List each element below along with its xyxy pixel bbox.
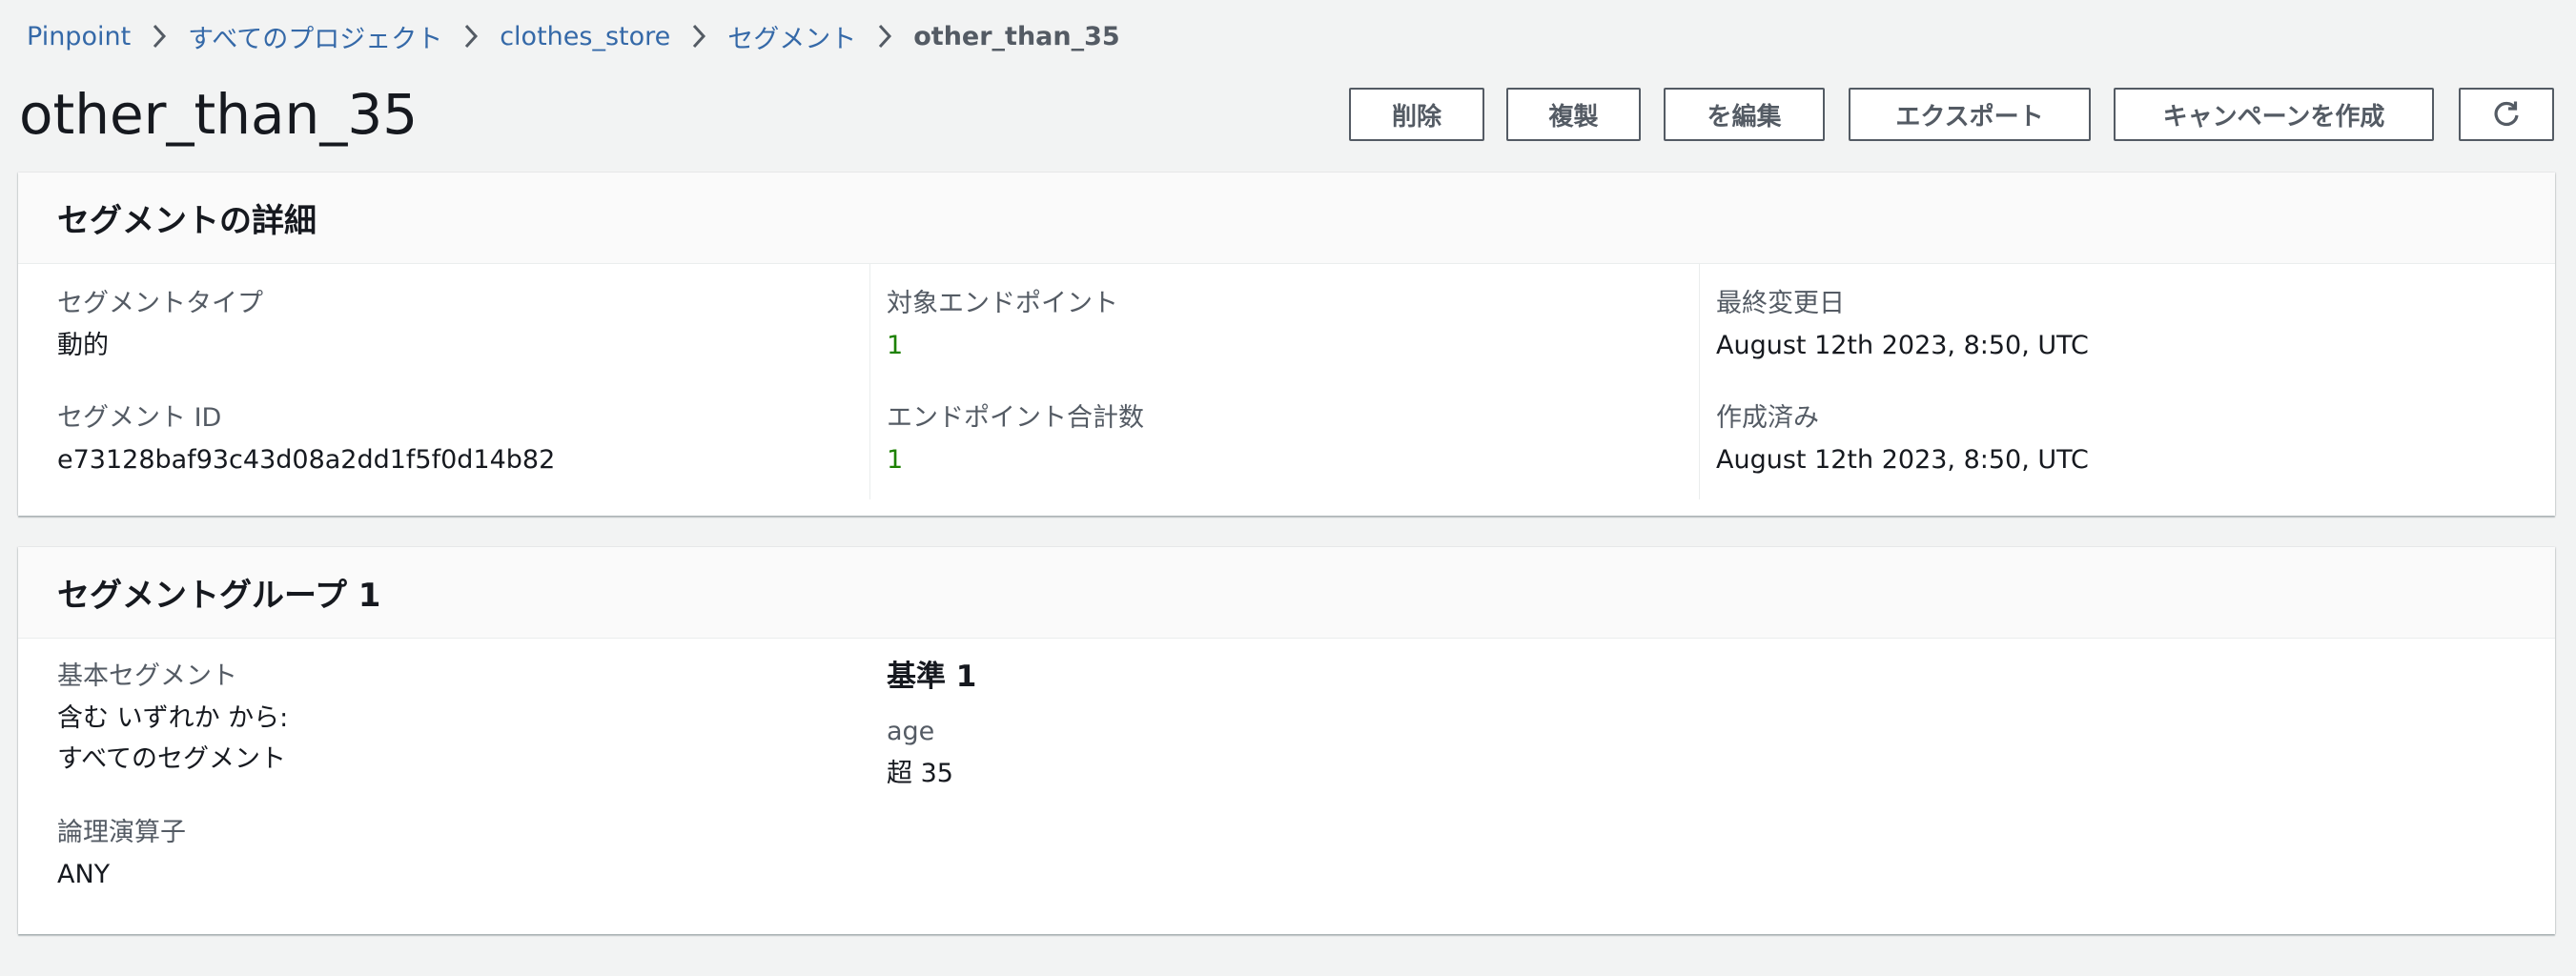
target-endpoints-label: 対象エンドポイント xyxy=(887,289,1118,318)
created-label: 作成済み xyxy=(1716,403,1819,433)
created-value: August 12th 2023, 8:50, UTC xyxy=(1716,445,2089,475)
last-modified-value: August 12th 2023, 8:50, UTC xyxy=(1716,331,2089,360)
segment-group-panel: セグメントグループ 1 基本セグメント 含む いずれか から: すべてのセグメン… xyxy=(18,547,2555,934)
logical-operator-value: ANY xyxy=(57,860,111,889)
segment-id-value: e73128baf93c43d08a2dd1f5f0d14b82 xyxy=(57,445,556,475)
segment-type-value: 動的 xyxy=(57,331,109,360)
base-segment-include-text: 含む いずれか から: xyxy=(57,703,289,733)
column-divider xyxy=(1699,264,1700,499)
logical-operator-label: 論理演算子 xyxy=(57,818,186,847)
last-modified-label: 最終変更日 xyxy=(1716,289,1845,318)
target-endpoints-value: 1 xyxy=(887,331,904,360)
chevron-right-icon xyxy=(670,23,727,50)
create-campaign-button[interactable]: キャンペーンを作成 xyxy=(2114,88,2434,141)
refresh-button[interactable] xyxy=(2459,88,2554,141)
segment-group-header: セグメントグループ 1 xyxy=(18,547,2555,639)
chevron-right-icon xyxy=(442,23,500,50)
base-segment-value: すべてのセグメント xyxy=(57,744,287,774)
breadcrumb-current: other_than_35 xyxy=(913,21,1120,51)
criteria-title: 基準 1 xyxy=(887,660,977,694)
breadcrumb: Pinpoint すべてのプロジェクト clothes_store セグメント … xyxy=(27,17,1120,55)
breadcrumb-link-project[interactable]: clothes_store xyxy=(500,22,670,51)
delete-button[interactable]: 削除 xyxy=(1349,88,1484,141)
total-endpoints-value: 1 xyxy=(887,445,904,475)
criteria-value: 超 35 xyxy=(887,759,953,788)
breadcrumb-link-all-projects[interactable]: すべてのプロジェクト xyxy=(188,18,442,55)
segment-details-header: セグメントの詳細 xyxy=(18,173,2555,264)
segment-id-label: セグメント ID xyxy=(57,403,222,433)
segment-details-title: セグメントの詳細 xyxy=(57,202,317,240)
refresh-icon xyxy=(2491,99,2522,130)
segment-details-panel: セグメントの詳細 セグメントタイプ 動的 セグメント ID e73128baf9… xyxy=(18,173,2555,516)
duplicate-button[interactable]: 複製 xyxy=(1506,88,1641,141)
segment-group-title: セグメントグループ 1 xyxy=(57,577,381,615)
chevron-right-icon xyxy=(856,23,913,50)
segment-type-label: セグメントタイプ xyxy=(57,289,263,318)
export-button[interactable]: エクスポート xyxy=(1849,88,2091,141)
breadcrumb-link-pinpoint[interactable]: Pinpoint xyxy=(27,22,131,51)
breadcrumb-link-segments[interactable]: セグメント xyxy=(727,18,856,55)
page-title: other_than_35 xyxy=(19,82,419,147)
chevron-right-icon xyxy=(131,23,188,50)
edit-button[interactable]: を編集 xyxy=(1664,88,1825,141)
total-endpoints-label: エンドポイント合計数 xyxy=(887,403,1144,433)
criteria-attribute: age xyxy=(887,717,935,746)
column-divider xyxy=(869,264,870,499)
base-segment-label: 基本セグメント xyxy=(57,661,237,691)
